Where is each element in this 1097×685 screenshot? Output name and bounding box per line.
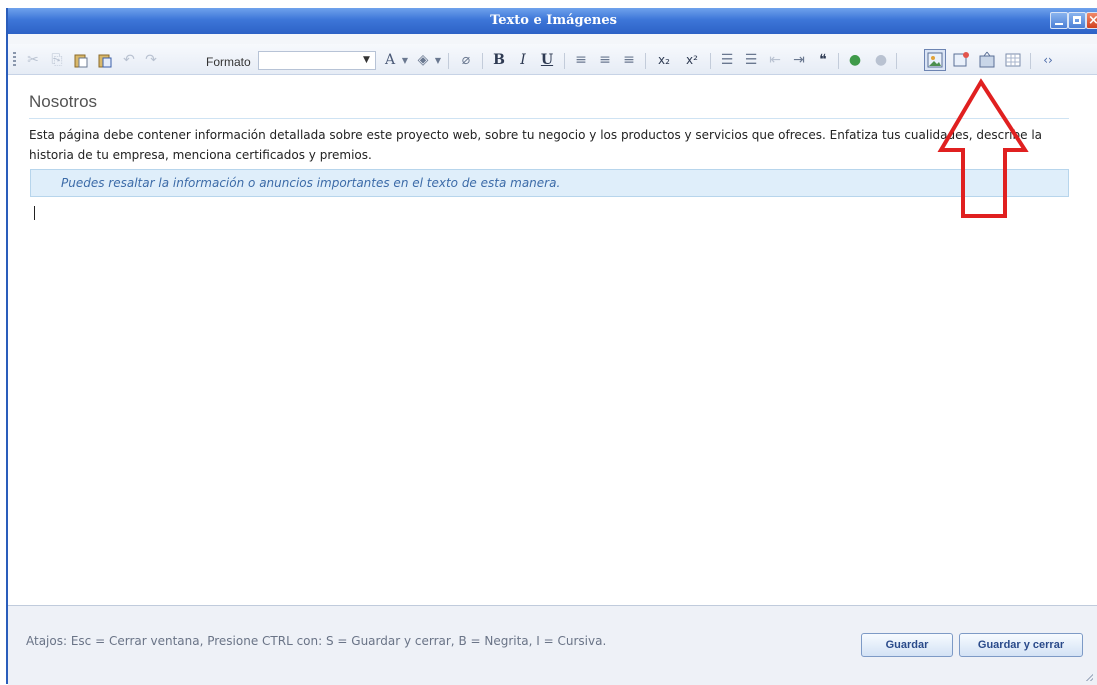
blockquote-icon[interactable]: ❝: [813, 50, 833, 70]
editor-content-area[interactable]: Nosotros Esta página debe contener infor…: [8, 75, 1097, 605]
heading-divider: [29, 118, 1069, 119]
close-button[interactable]: ×: [1086, 12, 1097, 29]
resize-grip-icon[interactable]: [1085, 673, 1093, 681]
outdent-icon[interactable]: ⇤: [765, 50, 785, 70]
page-heading: Nosotros: [29, 92, 98, 111]
maximize-button[interactable]: [1068, 12, 1086, 29]
link-icon[interactable]: ●: [844, 50, 866, 70]
paste-word-icon-svg: [98, 54, 112, 68]
copy-icon[interactable]: ⎘: [48, 50, 66, 70]
format-label: Formato: [206, 55, 251, 69]
format-select[interactable]: ▼: [258, 51, 376, 70]
window-title: Texto e Imágenes: [490, 13, 617, 28]
toolbar-separator: [1030, 53, 1031, 69]
insert-video-icon[interactable]: [976, 50, 998, 70]
toolbar-separator: [896, 53, 897, 69]
font-color-icon[interactable]: A: [380, 50, 400, 70]
table-icon: [1005, 53, 1021, 67]
body-paragraph: Esta página debe contener información de…: [29, 128, 1043, 162]
toolbar-separator: [564, 53, 565, 69]
tv-icon: [979, 51, 995, 68]
background-color-dropdown-icon[interactable]: ▼: [433, 50, 443, 70]
highlight-box: Puedes resaltar la información o anuncio…: [30, 169, 1069, 197]
cut-icon[interactable]: ✂: [24, 50, 42, 70]
toolbar-separator: [448, 53, 449, 69]
text-caret: [34, 206, 35, 220]
toolbar-separator: [710, 53, 711, 69]
title-bar[interactable]: Texto e Imágenes ×: [8, 8, 1097, 34]
paste-icon[interactable]: [72, 50, 90, 70]
shortcuts-hint: Atajos: Esc = Cerrar ventana, Presione C…: [26, 634, 607, 648]
editor-window: Texto e Imágenes × ✂ ⎘ ↶ ↷ Formato ▼ A ▼…: [6, 8, 1097, 685]
subscript-button[interactable]: x₂: [652, 50, 676, 70]
toolbar-grip-icon[interactable]: [13, 52, 16, 68]
toolbar-separator: [482, 53, 483, 69]
annotation-arrow-icon: [937, 78, 1029, 218]
insert-table-icon[interactable]: [1002, 50, 1024, 70]
toolbar-separator: [838, 53, 839, 69]
paste-icon-svg: [74, 54, 88, 68]
align-center-icon[interactable]: ≡: [595, 50, 615, 70]
save-and-close-button[interactable]: Guardar y cerrar: [959, 633, 1083, 657]
close-icon: ×: [1088, 13, 1097, 28]
image-icon: [927, 52, 943, 68]
save-button[interactable]: Guardar: [861, 633, 953, 657]
unlink-icon[interactable]: ●: [870, 50, 892, 70]
align-left-icon[interactable]: ≡: [571, 50, 591, 70]
paste-from-word-icon[interactable]: [96, 50, 114, 70]
redo-icon[interactable]: ↷: [142, 50, 160, 70]
indent-icon[interactable]: ⇥: [789, 50, 809, 70]
minimize-button[interactable]: [1050, 12, 1068, 29]
align-right-icon[interactable]: ≡: [619, 50, 639, 70]
font-color-dropdown-icon[interactable]: ▼: [400, 50, 410, 70]
bold-button[interactable]: B: [489, 50, 509, 70]
numbered-list-icon[interactable]: ☰: [717, 50, 737, 70]
background-color-icon[interactable]: ◈: [413, 50, 433, 70]
underline-button[interactable]: U: [537, 50, 557, 70]
image-text-icon-svg: [953, 52, 969, 67]
superscript-button[interactable]: x²: [680, 50, 704, 70]
image-text-icon[interactable]: [950, 50, 972, 70]
italic-button[interactable]: I: [513, 50, 533, 70]
maximize-icon: [1073, 16, 1081, 24]
undo-icon[interactable]: ↶: [120, 50, 138, 70]
highlight-text: Puedes resaltar la información o anuncio…: [61, 176, 561, 190]
source-code-button[interactable]: ‹›: [1036, 50, 1060, 70]
chevron-down-icon[interactable]: ▼: [360, 54, 373, 67]
editor-footer: Atajos: Esc = Cerrar ventana, Presione C…: [8, 605, 1097, 685]
minimize-icon: [1055, 23, 1063, 25]
insert-image-button[interactable]: [924, 49, 946, 71]
bulleted-list-icon[interactable]: ☰: [741, 50, 761, 70]
editor-toolbar: ✂ ⎘ ↶ ↷ Formato ▼ A ▼ ◈ ▼ ⌀ B I U ≡ ≡ ≡ …: [8, 44, 1097, 75]
toolbar-separator: [645, 53, 646, 69]
remove-format-icon[interactable]: ⌀: [456, 50, 476, 70]
